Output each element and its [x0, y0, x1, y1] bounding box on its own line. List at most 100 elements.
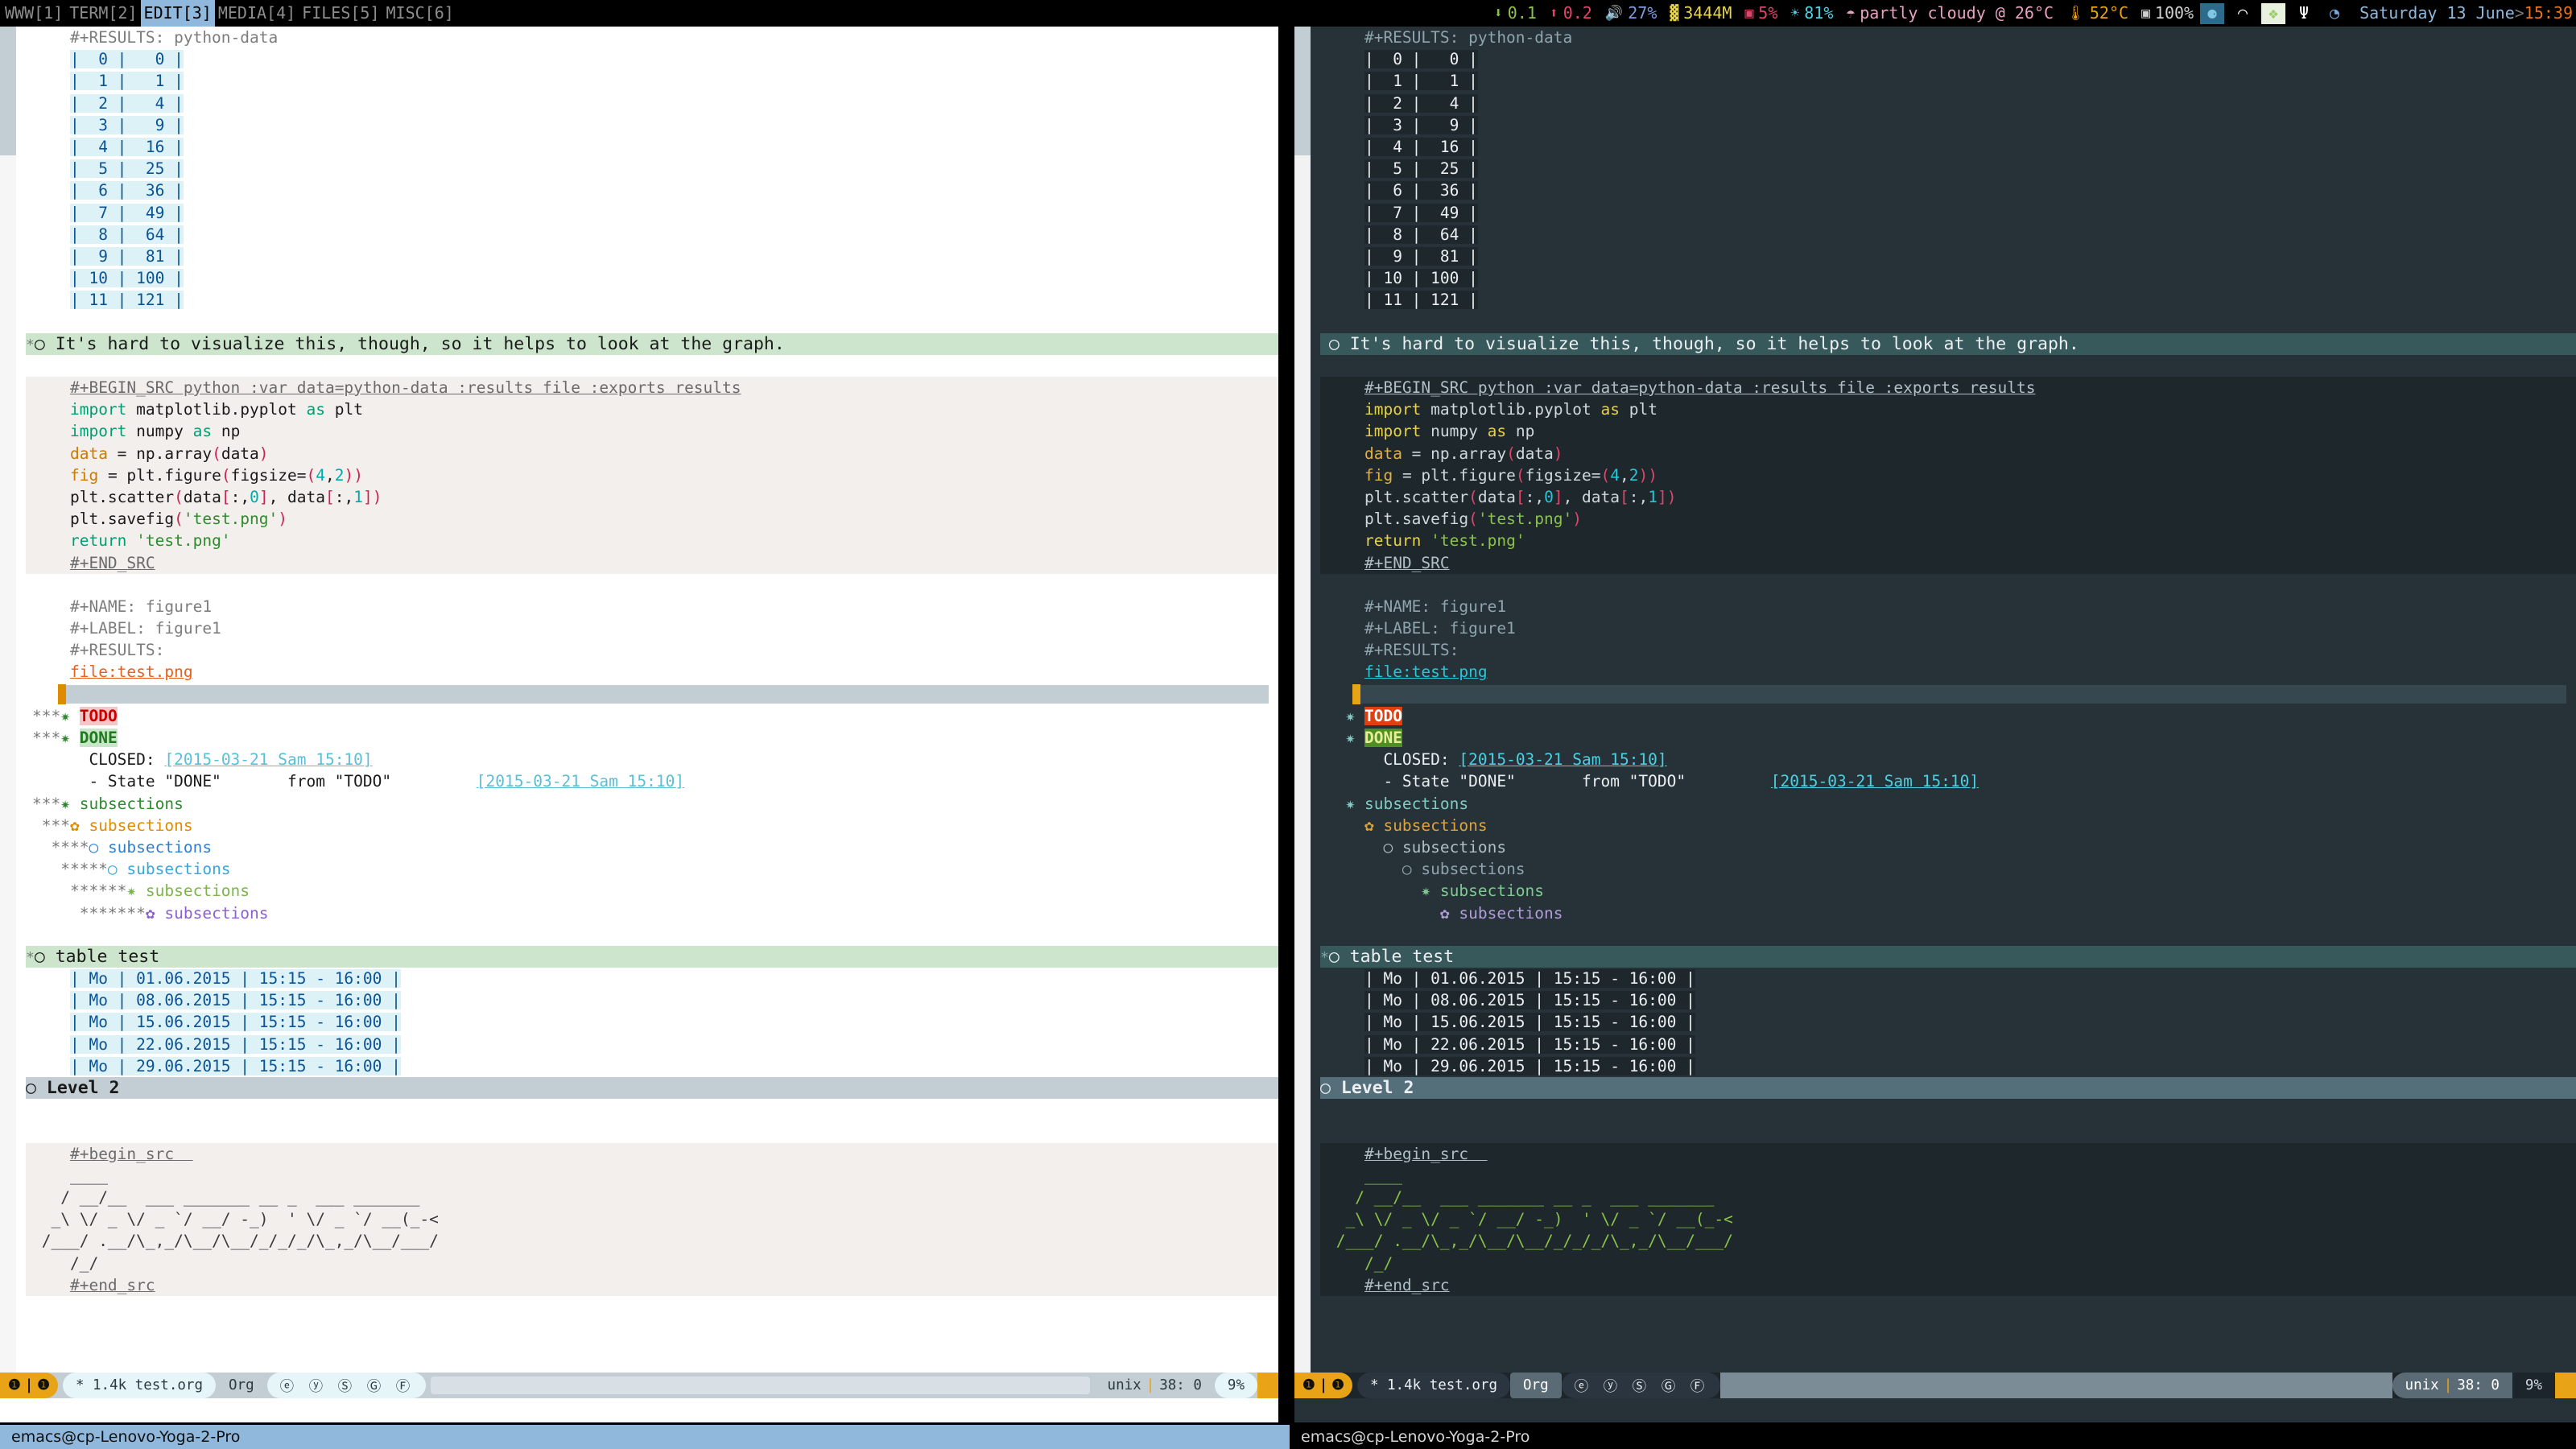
- src-end-directive: #+END_SRC: [1364, 554, 1450, 572]
- code-token: np: [1506, 422, 1534, 440]
- workspace-misc[interactable]: MISC[6]: [383, 0, 457, 27]
- org-heading-subsection[interactable]: ○ subsections: [1320, 858, 2576, 880]
- org-heading-done[interactable]: ✷ DONE: [1320, 727, 2576, 749]
- clock-widget[interactable]: Saturday 13 June > 15:39: [2359, 0, 2573, 27]
- upload-arrow-icon: ⬆: [1550, 0, 1558, 27]
- modeline-minor-modes[interactable]: ⓔ ⓨ Ⓢ Ⓖ Ⓕ: [1562, 1373, 1721, 1398]
- indent: [1327, 422, 1364, 440]
- table-row: | Mo | 01.06.2015 | 15:15 - 16:00 |: [26, 968, 1278, 989]
- table-row: | 11 | 121 |: [1320, 289, 2576, 311]
- heading-text: subsections: [1364, 795, 1468, 813]
- trident-icon[interactable]: Ψ: [2292, 3, 2316, 24]
- org-heading-table-test[interactable]: *○ table test: [26, 946, 1278, 968]
- modeline-buffer-name[interactable]: * 1.4k test.org: [1357, 1373, 1510, 1398]
- org-buffer-light[interactable]: #+RESULTS: python-data | 0 | 0 | | 1 | 1…: [0, 27, 1278, 1373]
- wifi-icon[interactable]: ◠: [2231, 3, 2255, 24]
- vertical-scrollbar-left[interactable]: [0, 27, 16, 1373]
- org-heading-level2[interactable]: ○ Level 2: [26, 1077, 1278, 1099]
- scrollbar-thumb[interactable]: [0, 27, 16, 155]
- clock-separator: >: [2515, 0, 2524, 27]
- org-heading-subsection[interactable]: ***✷ subsections: [26, 793, 1278, 815]
- cursor-line: [26, 683, 1278, 705]
- code-token: ]): [1657, 488, 1676, 506]
- dropbox-icon[interactable]: ❖: [2261, 3, 2285, 24]
- org-heading-level2[interactable]: ○ Level 2: [1320, 1077, 2576, 1099]
- org-heading-subsection[interactable]: ✿ subsections: [1320, 902, 2576, 924]
- ascii-art: _\ \/ _ \/ _ `/ __/ -_) ' \/ _ `/ __(_-<: [1336, 1210, 1733, 1228]
- table-row: | 10 | 100 |: [1320, 267, 2576, 289]
- workspace-edit[interactable]: EDIT[3]: [141, 0, 215, 27]
- indent: [32, 1276, 70, 1294]
- window-taskbar[interactable]: emacs@cp-Lenovo-Yoga-2-Pro emacs@cp-Leno…: [0, 1425, 2576, 1449]
- code-token: ): [259, 444, 269, 463]
- data-table-row: | 7 | 49 |: [70, 204, 184, 222]
- closed-timestamp: [2015-03-21 Sam 15:10]: [1459, 750, 1666, 769]
- table-row: | Mo | 22.06.2015 | 15:15 - 16:00 |: [1320, 1034, 2576, 1055]
- workspace-files[interactable]: FILES[5]: [299, 0, 382, 27]
- org-heading-graph[interactable]: *○ It's hard to visualize this, though, …: [26, 333, 1278, 355]
- indent: [32, 159, 70, 178]
- indent: [1327, 72, 1364, 90]
- org-heading-todo[interactable]: ✷ TODO: [1320, 705, 2576, 727]
- indent: [1327, 554, 1364, 572]
- org-heading-todo[interactable]: ***✷ TODO: [26, 705, 1278, 727]
- file-link-line[interactable]: file:test.png: [1320, 661, 2576, 683]
- blank-line: [26, 1099, 1278, 1121]
- code-token: ]: [1554, 488, 1563, 506]
- workspace-media[interactable]: MEDIA[4]: [215, 0, 299, 27]
- workspace-term[interactable]: TERM[2]: [66, 0, 140, 27]
- heading-bullet-icon: ✷: [1345, 795, 1364, 813]
- buffer-content-right[interactable]: #+RESULTS: python-data | 0 | 0 | | 1 | 1…: [1320, 27, 2576, 1373]
- workspace-www[interactable]: WWW[1]: [2, 0, 66, 27]
- blank-line: [26, 1121, 1278, 1142]
- org-heading-subsection[interactable]: ******✷ subsections: [26, 880, 1278, 902]
- indent: [1327, 116, 1364, 134]
- org-heading-done[interactable]: ***✷ DONE: [26, 727, 1278, 749]
- workspace-switcher[interactable]: WWW[1]TERM[2]EDIT[3]MEDIA[4]FILES[5]MISC…: [0, 0, 457, 27]
- modeline-major-mode[interactable]: Org: [1510, 1373, 1562, 1398]
- taskbar-window-right[interactable]: emacs@cp-Lenovo-Yoga-2-Pro: [1278, 1425, 2576, 1449]
- org-heading-subsection[interactable]: ✷ subsections: [1320, 880, 2576, 902]
- code-token: ,: [325, 466, 335, 485]
- modeline-minor-modes[interactable]: ⓔ ⓨ Ⓢ Ⓖ Ⓕ: [267, 1373, 427, 1398]
- status-thermometer: 🌡52°C: [2066, 0, 2128, 27]
- org-heading-subsection[interactable]: ***✿ subsections: [26, 815, 1278, 836]
- window-number-left: ❶: [8, 1377, 21, 1393]
- code-token: data: [70, 444, 108, 463]
- org-heading-table-test[interactable]: *○ table test: [1320, 946, 2576, 968]
- heading-stars: *: [26, 336, 35, 353]
- heading-stars: ***: [32, 707, 60, 725]
- modeline-scroll-percent: 9%: [2512, 1373, 2555, 1398]
- org-heading-subsection[interactable]: ○ subsections: [1320, 836, 2576, 858]
- table-row: | 0 | 0 |: [1320, 48, 2576, 70]
- emacs-frame-light[interactable]: #+RESULTS: python-data | 0 | 0 | | 1 | 1…: [0, 27, 1278, 1422]
- org-heading-subsection[interactable]: *******✿ subsections: [26, 902, 1278, 924]
- taskbar-window-left[interactable]: emacs@cp-Lenovo-Yoga-2-Pro: [0, 1425, 1278, 1449]
- org-buffer-dark[interactable]: #+RESULTS: python-data | 0 | 0 | | 1 | 1…: [1294, 27, 2576, 1373]
- cursor-position: 38: 0: [2457, 1377, 2500, 1393]
- org-heading-subsection[interactable]: ****○ subsections: [26, 836, 1278, 858]
- org-heading-subsection[interactable]: *****○ subsections: [26, 858, 1278, 880]
- emacs-frame-dark[interactable]: #+RESULTS: python-data | 0 | 0 | | 1 | 1…: [1294, 27, 2576, 1422]
- code-line: plt.scatter(data[:,0], data[:,1]): [1320, 486, 2576, 508]
- org-heading-subsection[interactable]: ✿ subsections: [1320, 815, 2576, 836]
- heading-text: subsections: [1440, 881, 1544, 900]
- network-manager-icon[interactable]: ⚈: [2200, 3, 2224, 24]
- vertical-scrollbar-right[interactable]: [1294, 27, 1311, 1373]
- org-heading-graph[interactable]: ○ It's hard to visualize this, though, s…: [1320, 333, 2576, 355]
- indent: [32, 181, 70, 200]
- thermometer-value: 52°C: [2090, 0, 2128, 27]
- modeline-major-mode[interactable]: Org: [216, 1373, 267, 1398]
- frame-divider: [1278, 27, 1294, 1422]
- clock-sync-icon[interactable]: ◔: [2322, 3, 2347, 24]
- window-number-right: ❶: [1331, 1377, 1344, 1393]
- heading-bullet-icon: ○: [1320, 1078, 1341, 1098]
- modeline-end-cap: [2555, 1373, 2576, 1398]
- buffer-content-left[interactable]: #+RESULTS: python-data | 0 | 0 | | 1 | 1…: [26, 27, 1278, 1373]
- modeline-buffer-name[interactable]: * 1.4k test.org: [63, 1373, 216, 1398]
- scrollbar-thumb[interactable]: [1294, 27, 1311, 155]
- indent: [32, 378, 70, 397]
- file-link-line[interactable]: file:test.png: [26, 661, 1278, 683]
- text-run: [32, 357, 42, 375]
- org-heading-subsection[interactable]: ✷ subsections: [1320, 793, 2576, 815]
